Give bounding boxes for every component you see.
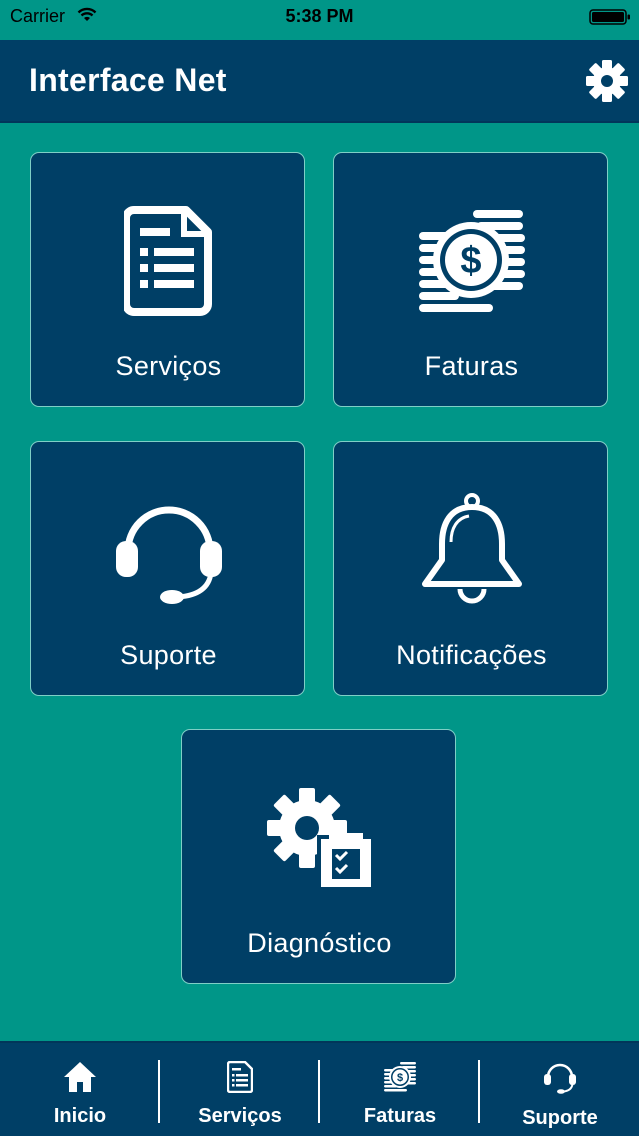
tile-faturas[interactable]: $ Faturas — [333, 152, 608, 407]
tile-notificacoes[interactable]: Notificações — [333, 441, 608, 696]
home-icon — [0, 1059, 160, 1095]
tab-faturas-label: Faturas — [363, 1105, 437, 1127]
tab-servicos[interactable]: Serviços — [160, 1043, 320, 1136]
tab-bar: Inicio Serviços $ Faturas Suporte — [0, 1041, 639, 1136]
coins-dollar-icon: $ — [320, 1059, 480, 1095]
status-time: 5:38 PM — [285, 6, 354, 26]
gear-checklist-icon — [182, 780, 457, 895]
tile-servicos[interactable]: Serviços — [30, 152, 305, 407]
status-bar: Carrier 5:38 PM — [0, 0, 639, 40]
tab-inicio-label: Inicio — [53, 1105, 107, 1127]
tab-suporte[interactable]: Suporte — [480, 1043, 639, 1136]
document-list-icon — [160, 1059, 320, 1095]
tab-suporte-label: Suporte — [522, 1107, 598, 1129]
tile-diagnostico[interactable]: Diagnóstico — [181, 729, 456, 984]
tab-servicos-label: Serviços — [198, 1105, 282, 1127]
bell-icon — [334, 492, 609, 607]
tab-inicio[interactable]: Inicio — [0, 1043, 160, 1136]
coins-dollar-icon: $ — [334, 203, 609, 318]
app-header: Interface Net — [0, 40, 639, 123]
tile-servicos-label: Serviços — [115, 351, 222, 381]
svg-text:$: $ — [397, 1072, 403, 1084]
svg-text:$: $ — [460, 240, 481, 282]
headset-icon — [31, 492, 306, 607]
gear-icon[interactable] — [585, 59, 629, 103]
tile-diagnostico-label: Diagnóstico — [247, 928, 392, 958]
tile-suporte[interactable]: Suporte — [30, 441, 305, 696]
tile-suporte-label: Suporte — [120, 640, 217, 670]
headset-icon — [480, 1059, 639, 1095]
battery-icon — [589, 8, 631, 31]
document-list-icon — [31, 203, 306, 318]
tile-faturas-label: Faturas — [424, 351, 519, 381]
tile-notificacoes-label: Notificações — [396, 640, 547, 670]
page-title: Interface Net — [29, 62, 227, 98]
tab-faturas[interactable]: $ Faturas — [320, 1043, 480, 1136]
